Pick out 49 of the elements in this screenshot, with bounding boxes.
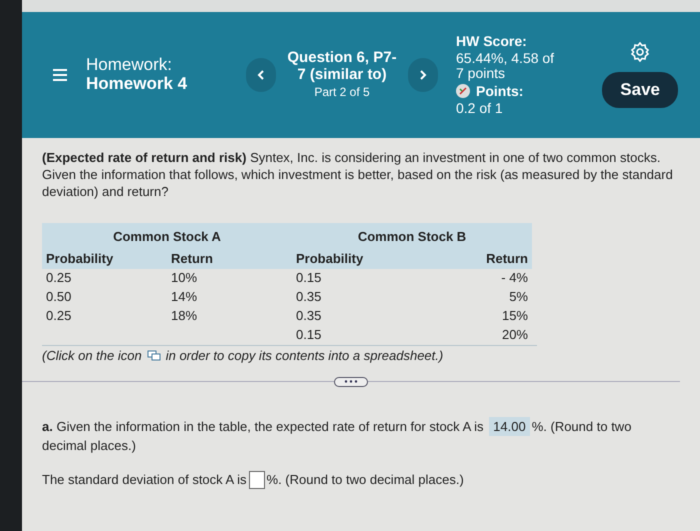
question-text: (Expected rate of return and risk) Syntex, Inc. is considering an investment in one of two common stocks. Given the information that follows, which investment is better, based on the risk (as measured by the standard deviation) and return?	[42, 150, 674, 201]
table-cell-text: 20%	[500, 326, 529, 344]
table-cell-text: 15%	[500, 306, 529, 325]
next-button[interactable]	[408, 58, 438, 92]
table-cell-text: 0.25	[45, 306, 72, 325]
answer-field[interactable]	[248, 471, 265, 490]
points-value: 0.2 of 1	[456, 101, 504, 116]
previous-button[interactable]	[246, 58, 276, 92]
expand-button[interactable]	[334, 376, 368, 387]
question-title: Question 6, P7-7 (similar to)	[286, 50, 398, 84]
copy-note: in order to copy its contents into a spreadsheet.)	[166, 348, 444, 363]
question-b-suffix: %. (Round to two decimal places.)	[266, 472, 464, 487]
table-cell-text: 0.15	[295, 326, 322, 344]
column-header: Return	[420, 248, 532, 269]
column-header: Probability	[42, 248, 167, 269]
copy-note: (Click on the icon	[42, 348, 142, 363]
partial-score-icon	[456, 84, 470, 98]
table-cell-text: 0.25	[45, 268, 72, 287]
copy-icon[interactable]	[146, 350, 161, 361]
menu-icon[interactable]	[52, 67, 68, 83]
table-group-header: Common Stock A	[42, 222, 292, 248]
answer-field[interactable]: 14.00	[489, 416, 530, 436]
question-a-suffix: decimal places.)	[42, 437, 136, 456]
table-cell-text: 0.35	[295, 288, 322, 306]
homework-title: Homework 4	[86, 75, 188, 94]
settings-icon[interactable]	[630, 42, 650, 62]
table-cell-text: 10%	[170, 268, 198, 287]
table-cell-text: 0.35	[295, 306, 322, 325]
question-a-suffix: %. (Round to two	[532, 418, 632, 434]
chevron-right-icon	[419, 70, 427, 80]
table-cell-text: 18%	[170, 306, 198, 325]
part-label: Part 2 of 5	[314, 86, 370, 100]
table-cell-text: 0.50	[45, 288, 72, 306]
score-value: 65.44%, 4.58 of 7 points	[456, 50, 556, 82]
question-b-text: The standard deviation of stock A is	[42, 472, 247, 487]
table-cell-text: 0.15	[295, 268, 322, 287]
table-cell-text: 14%	[170, 288, 198, 306]
chevron-left-icon	[257, 70, 265, 80]
question-a-text: a. Given the information in the table, the expected rate of return for stock A is	[42, 418, 484, 434]
save-button[interactable]: Save	[602, 72, 678, 108]
table-group-header: Common Stock B	[292, 222, 532, 248]
table-cell-text: - 4%	[500, 268, 529, 287]
table-cell-text: 5%	[508, 288, 529, 306]
more-icon	[344, 380, 358, 384]
homework-label: Homework:	[86, 56, 173, 75]
column-header: Probability	[292, 248, 420, 269]
points-label: Points:	[476, 84, 524, 100]
column-header: Return	[167, 248, 292, 269]
score-label: HW Score:	[456, 34, 528, 49]
